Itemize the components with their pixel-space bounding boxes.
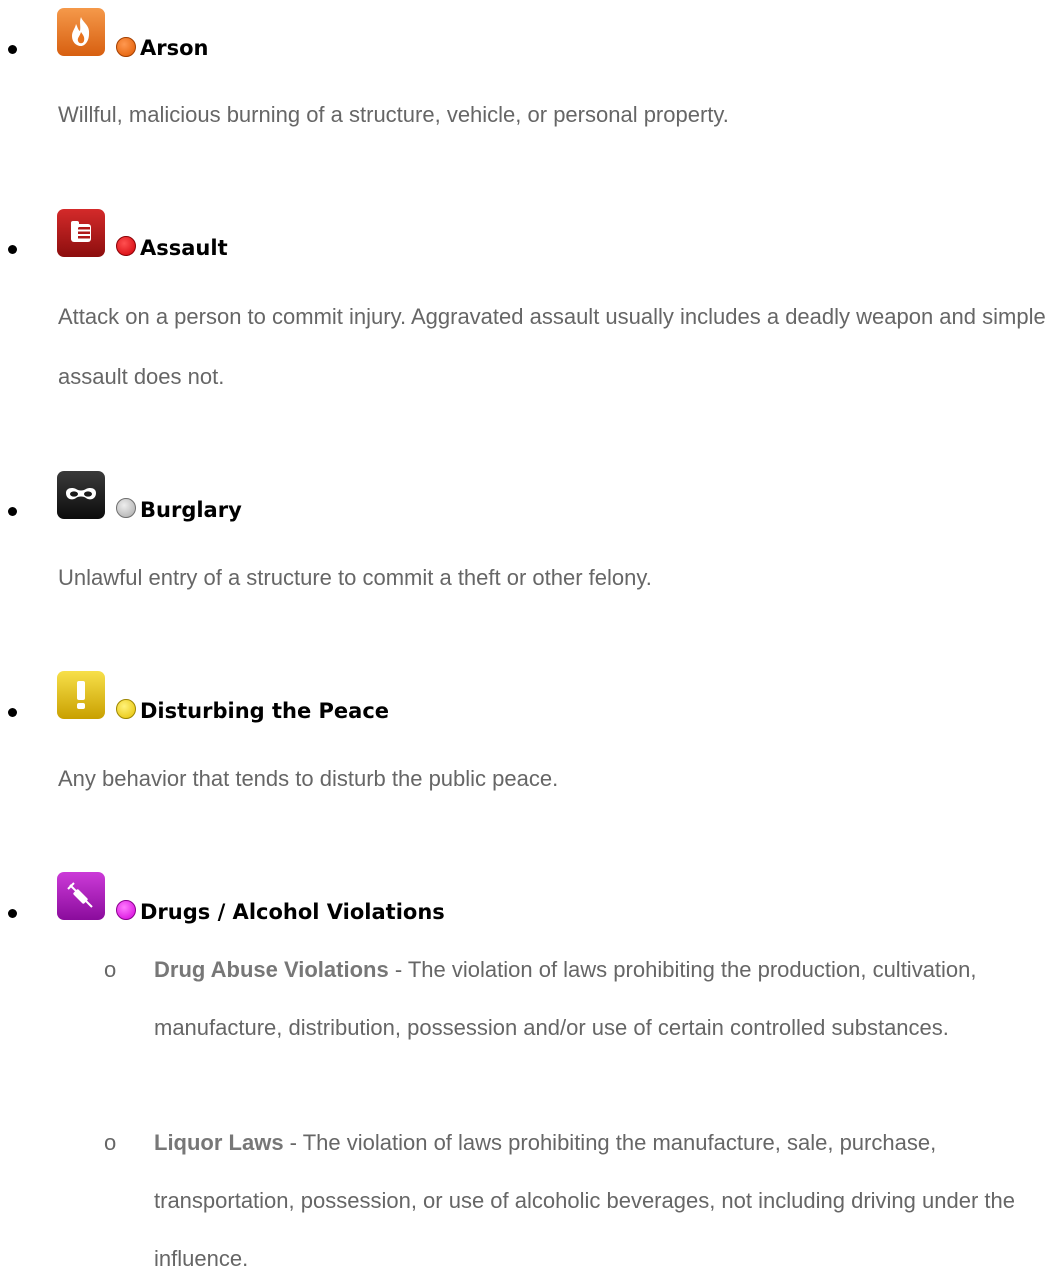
sub-list-marker: o — [104, 957, 117, 982]
category-color-dot — [116, 37, 136, 57]
category-title: Burglary — [140, 498, 242, 522]
syringe-icon — [57, 872, 105, 920]
list-bullet — [8, 245, 17, 254]
category-title: Assault — [140, 236, 228, 260]
list-bullet — [8, 45, 17, 54]
list-bullet — [8, 708, 17, 717]
category-description: Attack on a person to commit injury. Agg… — [58, 304, 1046, 389]
sub-list-text: Liquor Laws - The violation of laws proh… — [154, 1114, 1063, 1288]
sub-list-text: Drug Abuse Violations - The violation of… — [154, 941, 1063, 1057]
sub-list-term: Drug Abuse Violations — [154, 957, 389, 982]
category-color-dot — [116, 699, 136, 719]
category-description: Willful, malicious burning of a structur… — [58, 102, 729, 127]
fist-icon — [57, 209, 105, 257]
category-title: Arson — [140, 36, 209, 60]
category-description: Any behavior that tends to disturb the p… — [58, 766, 559, 791]
category-color-dot — [116, 236, 136, 256]
mask-icon — [57, 471, 105, 519]
category-description: Unlawful entry of a structure to commit … — [58, 565, 652, 590]
category-color-dot — [116, 900, 136, 920]
exclamation-icon — [57, 671, 105, 719]
list-bullet — [8, 909, 17, 918]
fire-icon — [57, 8, 105, 56]
sub-list-marker: o — [104, 1130, 117, 1155]
sub-list-term: Liquor Laws — [154, 1130, 284, 1155]
category-color-dot — [116, 498, 136, 518]
list-bullet — [8, 507, 17, 516]
sub-list-definition: - The violation of laws prohibiting the … — [154, 1130, 1015, 1271]
category-title: Disturbing the Peace — [140, 699, 390, 723]
category-title: Drugs / Alcohol Violations — [140, 900, 445, 924]
